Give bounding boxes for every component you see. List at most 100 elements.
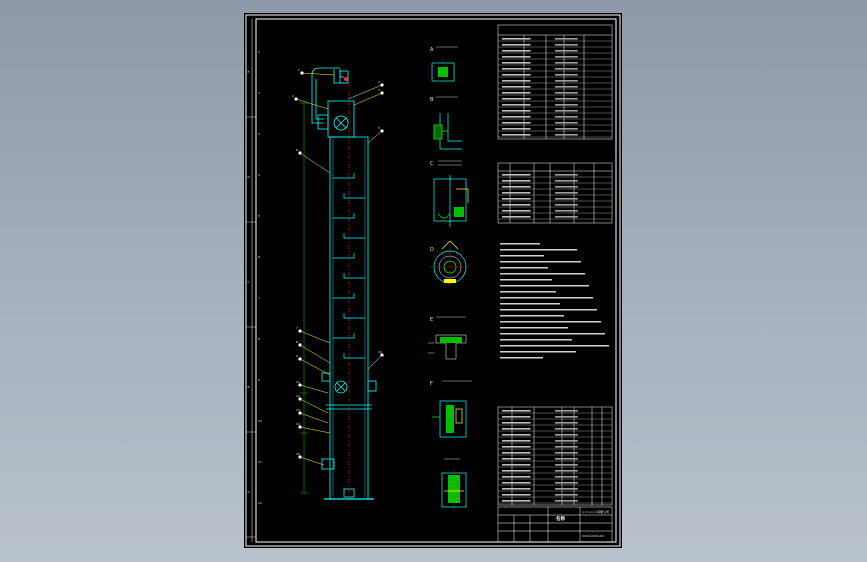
parts-row-text-mark (502, 458, 531, 460)
detail-view-g (441, 458, 467, 513)
detail-views (428, 46, 472, 513)
note-line (500, 297, 593, 299)
note-line (500, 357, 543, 359)
vessel-elevation (311, 67, 377, 500)
nozzle-row-text-mark (502, 192, 531, 194)
note-line (500, 315, 564, 317)
design-row-text-mark (502, 62, 531, 64)
leader-line (299, 456, 325, 466)
technical-notes (500, 243, 609, 359)
detail-view-label: D (430, 247, 434, 253)
parts-row-text-mark (555, 410, 578, 412)
design-row-text-mark (555, 122, 578, 124)
design-row-text-mark (502, 68, 531, 70)
note-line (500, 303, 560, 305)
parts-row-text-mark (555, 500, 578, 502)
parts-row-text-mark (555, 464, 578, 466)
parts-row-text-mark (555, 488, 578, 490)
parts-row-text-mark (555, 494, 578, 496)
note-line (500, 273, 585, 275)
detail-view-d (430, 240, 470, 287)
balloon (298, 151, 302, 155)
zone-number: 12 (258, 501, 262, 505)
parts-row-text-mark (502, 446, 531, 448)
zone-number: 8 (258, 337, 260, 341)
parts-row-text-mark (555, 470, 578, 472)
leader-line (299, 398, 329, 414)
nozzle-row-text-mark (555, 216, 578, 218)
detail-view-a (431, 46, 458, 85)
design-row-text-mark (555, 74, 578, 76)
title-block-company: ××××××有限公司 (582, 509, 609, 514)
title-block-name: 名称 (556, 515, 565, 522)
balloon-label: 9 (296, 354, 298, 358)
reboiler-return (367, 380, 377, 392)
parts-row-text-mark (555, 434, 578, 436)
design-row-text-mark (555, 38, 578, 40)
design-row-text-mark (555, 98, 578, 100)
design-row-text-mark (555, 44, 578, 46)
design-row-text-mark (555, 68, 578, 70)
design-row-text-mark (502, 134, 531, 136)
zone-number: 5 (258, 214, 260, 218)
leader-line (367, 354, 383, 370)
leader-line (347, 84, 383, 100)
note-line (500, 333, 605, 335)
balloon-label: 2 (378, 80, 380, 84)
parts-row-text-mark (502, 422, 531, 424)
parts-row-text-mark (502, 428, 531, 430)
leader-line (299, 330, 331, 344)
parts-row-text-mark (502, 452, 531, 454)
leader-line (299, 412, 329, 424)
design-row-text-mark (502, 98, 531, 100)
design-row-text-mark (555, 50, 578, 52)
dimension-chain (300, 102, 308, 494)
nozzle-row-text-mark (555, 180, 578, 182)
zone-letter: C (248, 280, 250, 284)
parts-row-text-mark (555, 476, 578, 478)
balloon-label: 13 (296, 408, 300, 412)
design-row-text-mark (555, 104, 578, 106)
parts-row-text-mark (502, 470, 531, 472)
leader-line (367, 130, 383, 144)
nozzle-row-text-mark (502, 180, 531, 182)
design-data-rows (498, 38, 612, 138)
parts-row-text-mark (555, 446, 578, 448)
detail-view-label: A (430, 47, 434, 53)
balloon-label: 12 (296, 394, 300, 398)
design-row-text-mark (555, 116, 578, 118)
detail-view-label: C (430, 161, 434, 167)
balloon-label: 4 (292, 94, 294, 98)
note-line (500, 249, 577, 251)
parts-row-text-mark (502, 494, 531, 496)
zone-number: 7 (258, 296, 260, 300)
design-data-table (497, 24, 613, 140)
nozzle-table-rows (498, 174, 612, 220)
design-row-text-mark (502, 56, 531, 58)
parts-row-text-mark (502, 488, 531, 490)
zone-letters: E D C B A (246, 70, 256, 538)
design-row-text-mark (555, 56, 578, 58)
design-row-text-mark (555, 92, 578, 94)
zone-letter: D (248, 175, 251, 179)
note-line (500, 339, 572, 341)
part-balloons: 123456789101112131415ABCDEF (292, 47, 434, 459)
nozzle-row-text-mark (555, 210, 578, 212)
leader-line (299, 152, 331, 174)
leader-line (299, 426, 331, 434)
title-block-drawing-no: XXXX-XXXX-00 (582, 534, 604, 538)
design-row-text-mark (502, 122, 531, 124)
parts-row-text-mark (502, 416, 531, 418)
detail-view-f (432, 380, 472, 438)
nozzle-row-text-mark (502, 186, 531, 188)
balloon-label: 6 (296, 148, 298, 152)
leader-line (299, 384, 329, 394)
zone-number: 4 (258, 173, 260, 177)
note-line (500, 345, 609, 347)
zone-number: 11 (258, 460, 262, 464)
nozzle-row-text-mark (502, 198, 531, 200)
nozzle-row-text-mark (502, 174, 531, 176)
zone-number: 3 (258, 132, 260, 136)
zone-number: 1 (258, 50, 260, 54)
design-row-text-mark (555, 110, 578, 112)
